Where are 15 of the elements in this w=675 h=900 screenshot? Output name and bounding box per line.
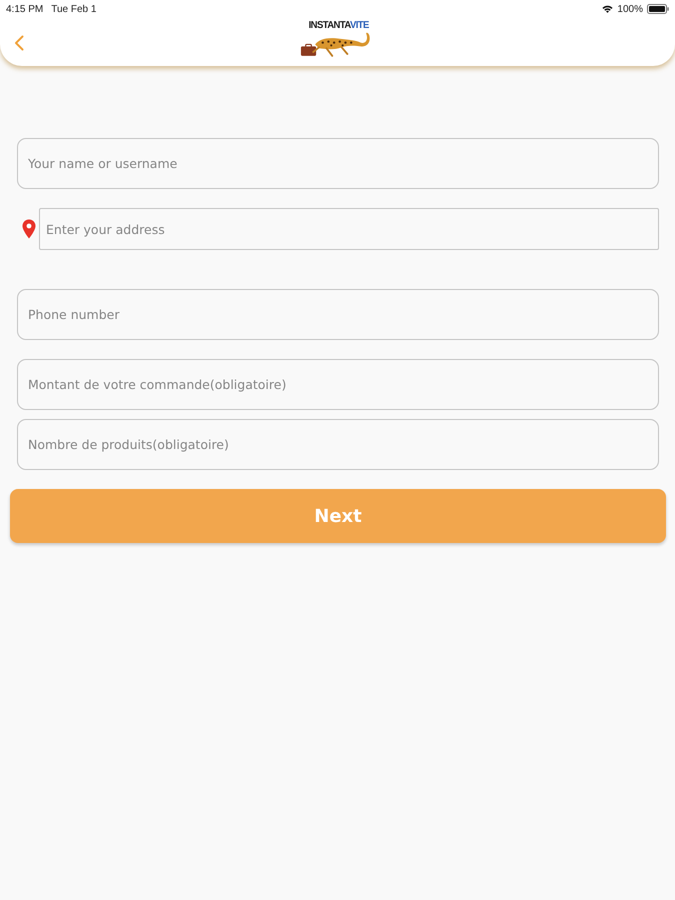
input-field[interactable]: Phone number xyxy=(17,289,659,340)
location-pin-icon xyxy=(22,219,36,239)
back-chevron-icon[interactable] xyxy=(14,35,24,51)
battery-icon xyxy=(647,4,669,14)
status-time: 4:15 PM xyxy=(6,4,44,14)
wifi-icon xyxy=(602,5,614,13)
cheetah-logo-drawing xyxy=(300,30,372,56)
address-input-field[interactable]: Enter your address xyxy=(39,208,659,250)
logo-wordmark: INSTANTAVITE xyxy=(308,20,369,30)
input-field[interactable]: Nombre de produits(obligatoire) xyxy=(17,419,659,470)
input-field[interactable]: Your name or username xyxy=(17,138,659,189)
status-date: Tue Feb 1 xyxy=(51,4,96,14)
input-field[interactable]: Montant de votre commande(obligatoire) xyxy=(17,359,659,410)
battery-percent: 100% xyxy=(617,4,643,14)
next-button[interactable]: Next xyxy=(10,489,666,543)
